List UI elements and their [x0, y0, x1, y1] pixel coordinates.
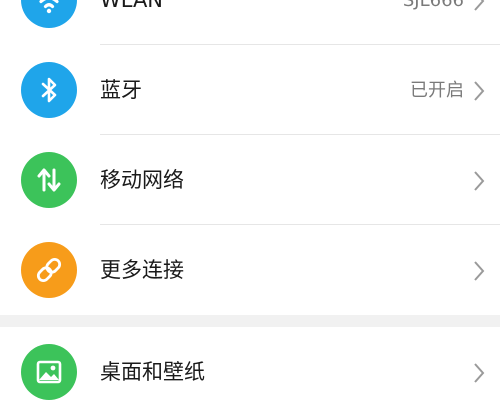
bluetooth-icon-circle — [21, 62, 77, 118]
wifi-icon — [39, 0, 59, 14]
link-icon — [36, 257, 62, 283]
settings-item-label: 更多连接 — [100, 258, 184, 282]
mobile-data-icon-circle — [21, 152, 77, 208]
chevron-right-icon — [474, 363, 485, 383]
settings-item-value: SJL666 — [402, 0, 464, 11]
wifi-icon-circle — [21, 0, 77, 28]
settings-screen: WLAN SJL666 蓝牙 已开启 移动网络 更多连接 桌面和壁纸 — [0, 0, 500, 400]
settings-item-value: 已开启 — [410, 80, 464, 101]
bluetooth-icon — [41, 77, 57, 103]
chevron-right-icon — [474, 171, 485, 191]
settings-item-desktop-wallpaper[interactable]: 桌面和壁纸 — [0, 327, 500, 400]
settings-item-wlan[interactable]: WLAN SJL666 — [0, 0, 500, 45]
settings-item-bluetooth[interactable]: 蓝牙 已开启 — [0, 45, 500, 135]
chevron-right-icon — [474, 81, 485, 101]
settings-item-mobile-network[interactable]: 移动网络 — [0, 135, 500, 225]
settings-item-label: 桌面和壁纸 — [100, 360, 205, 384]
wallpaper-icon-circle — [21, 344, 77, 400]
chevron-right-icon — [474, 261, 485, 281]
settings-item-more-connections[interactable]: 更多连接 — [0, 225, 500, 315]
chevron-right-icon — [474, 0, 485, 11]
link-icon-circle — [21, 242, 77, 298]
mobile-data-icon — [37, 168, 61, 192]
settings-item-label: WLAN — [100, 0, 164, 12]
settings-item-label: 蓝牙 — [100, 78, 142, 102]
group-separator — [0, 315, 500, 327]
settings-item-label: 移动网络 — [100, 168, 184, 192]
wallpaper-icon — [36, 360, 62, 384]
